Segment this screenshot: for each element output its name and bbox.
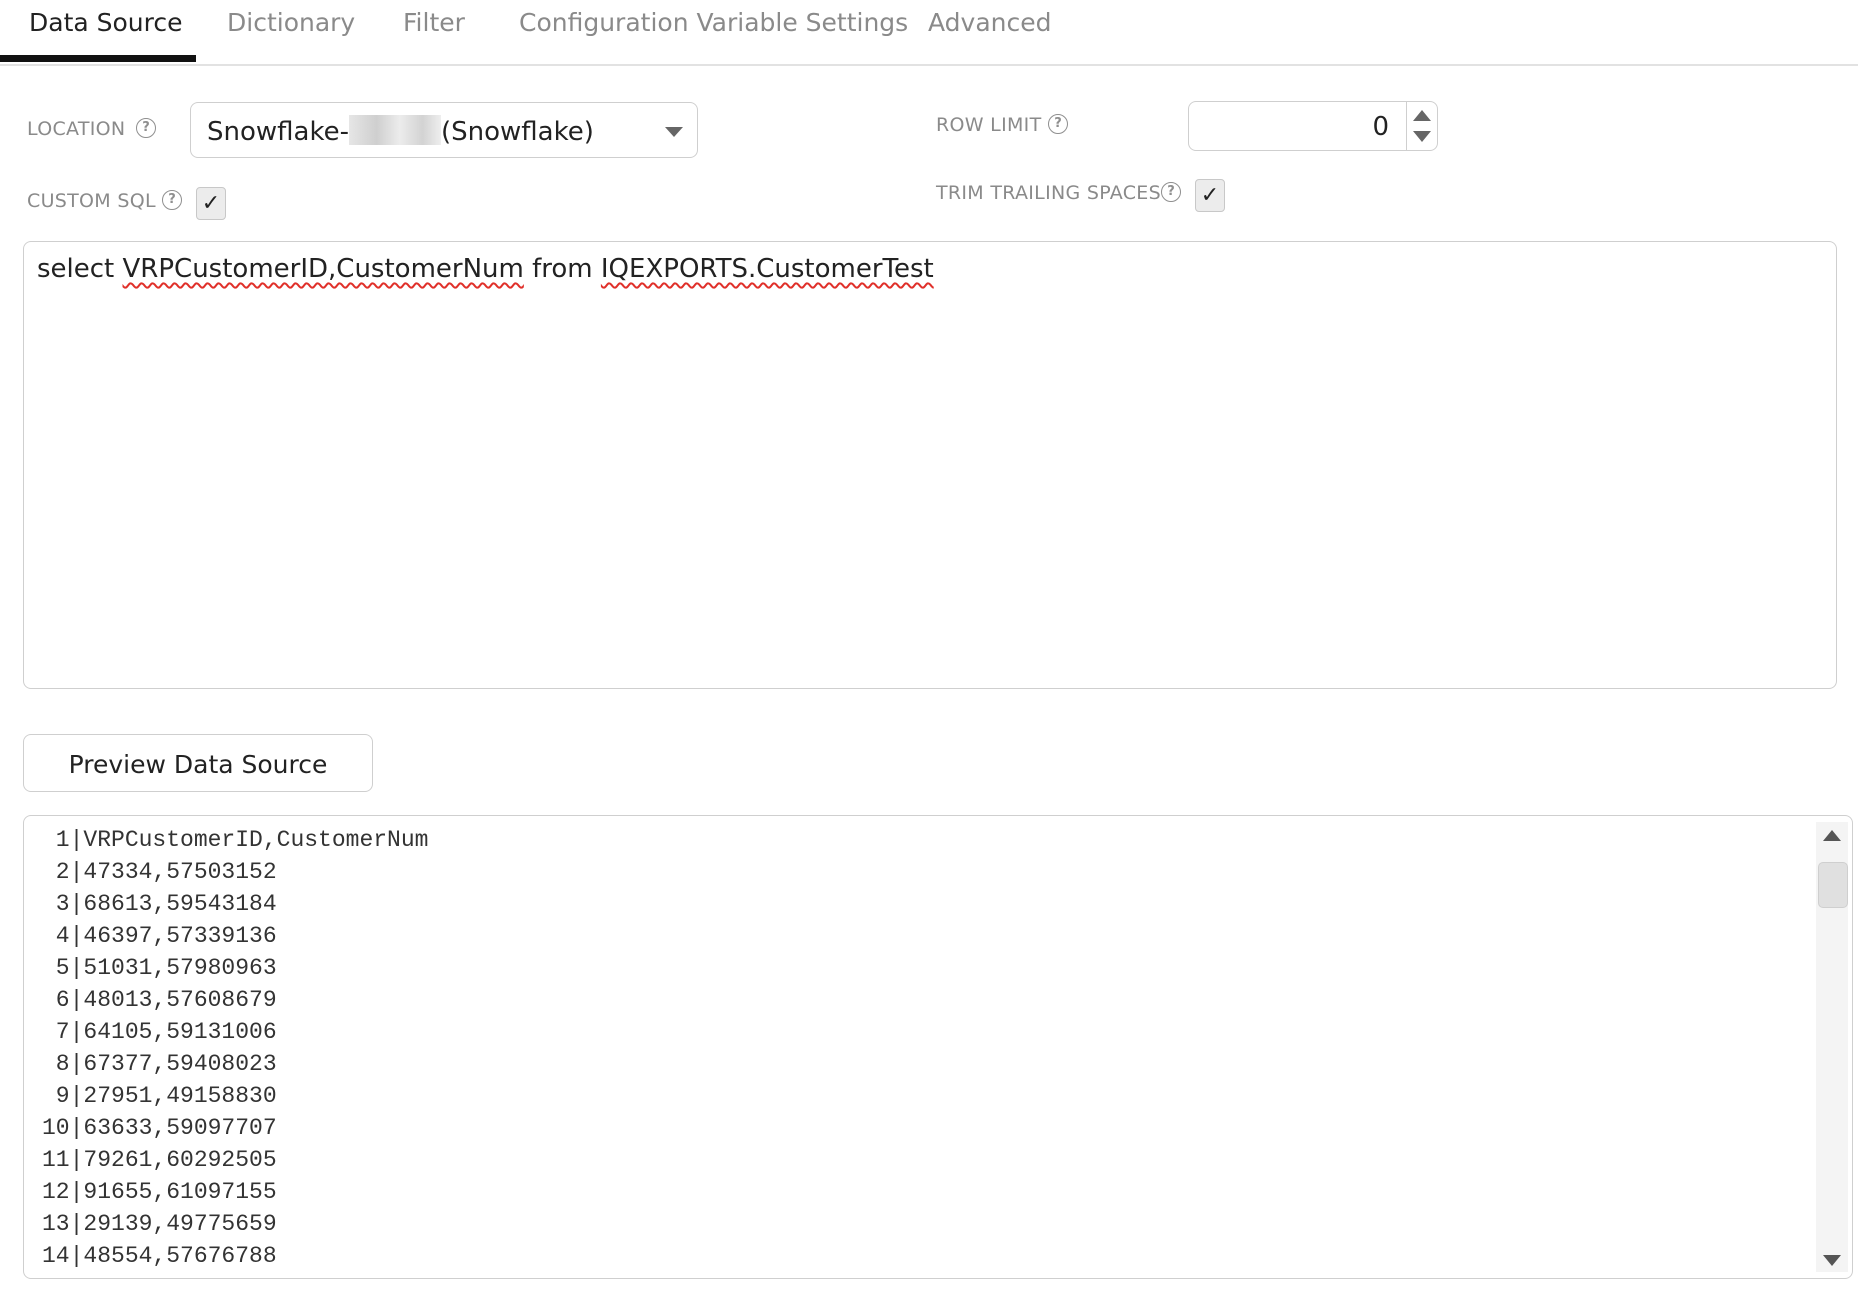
output-line: 12|91655,61097155 <box>42 1179 277 1205</box>
tab-bar: Data Source Dictionary Filter Configurat… <box>0 0 1858 66</box>
scroll-thumb[interactable] <box>1818 862 1848 908</box>
trim-trailing-spaces-help-icon[interactable]: ? <box>1161 182 1181 202</box>
output-line: 8|67377,59408023 <box>42 1051 277 1077</box>
output-line: 3|68613,59543184 <box>42 891 277 917</box>
output-line: 5|51031,57980963 <box>42 955 277 981</box>
trim-trailing-spaces-label: TRIM TRAILING SPACES <box>936 182 1161 204</box>
location-label: LOCATION <box>27 118 126 140</box>
spin-down-icon[interactable] <box>1413 131 1431 142</box>
chevron-down-icon <box>665 127 683 137</box>
custom-sql-checkbox[interactable]: ✓ <box>196 187 226 220</box>
row-limit-input[interactable] <box>1197 108 1391 146</box>
location-select-value: Snowflake- (Snowflake) <box>207 115 594 147</box>
custom-sql-label: CUSTOM SQL <box>27 190 156 212</box>
active-tab-indicator <box>0 55 196 62</box>
tab-configuration-variable-settings[interactable]: Configuration Variable Settings <box>519 8 908 44</box>
output-line: 6|48013,57608679 <box>42 987 277 1013</box>
output-line: 1|VRPCustomerID,CustomerNum <box>42 827 429 853</box>
output-line: 7|64105,59131006 <box>42 1019 277 1045</box>
spin-up-icon[interactable] <box>1413 110 1431 121</box>
output-scrollbar[interactable] <box>1816 822 1848 1272</box>
tab-dictionary[interactable]: Dictionary <box>227 8 355 44</box>
tab-advanced[interactable]: Advanced <box>928 8 1052 44</box>
sql-query-text: select VRPCustomerID,CustomerNum from IQ… <box>37 254 934 284</box>
tab-data-source[interactable]: Data Source <box>29 8 183 44</box>
redacted-region <box>348 115 441 145</box>
location-help-icon[interactable]: ? <box>136 118 156 138</box>
location-select[interactable]: Snowflake- (Snowflake) <box>190 102 698 158</box>
preview-output-panel[interactable]: 1|VRPCustomerID,CustomerNum 2|47334,5750… <box>23 815 1853 1279</box>
output-line: 10|63633,59097707 <box>42 1115 277 1141</box>
trim-trailing-spaces-checkbox[interactable]: ✓ <box>1195 179 1225 212</box>
preview-data-source-button[interactable]: Preview Data Source <box>23 734 373 792</box>
output-line: 14|48554,57676788 <box>42 1243 277 1269</box>
custom-sql-help-icon[interactable]: ? <box>162 190 182 210</box>
row-limit-spinner <box>1406 102 1437 150</box>
preview-output-lines: 1|VRPCustomerID,CustomerNum 2|47334,5750… <box>42 824 428 1272</box>
row-limit-label: ROW LIMIT <box>936 114 1042 136</box>
custom-sql-editor[interactable]: select VRPCustomerID,CustomerNum from IQ… <box>23 241 1837 689</box>
output-line: 11|79261,60292505 <box>42 1147 277 1173</box>
output-line: 9|27951,49158830 <box>42 1083 277 1109</box>
row-limit-help-icon[interactable]: ? <box>1048 114 1068 134</box>
scroll-down-icon[interactable] <box>1823 1255 1841 1266</box>
tab-filter[interactable]: Filter <box>403 8 465 44</box>
output-line: 2|47334,57503152 <box>42 859 277 885</box>
row-limit-stepper <box>1188 101 1438 151</box>
output-line: 13|29139,49775659 <box>42 1211 277 1237</box>
output-line: 4|46397,57339136 <box>42 923 277 949</box>
scroll-up-icon[interactable] <box>1823 830 1841 841</box>
